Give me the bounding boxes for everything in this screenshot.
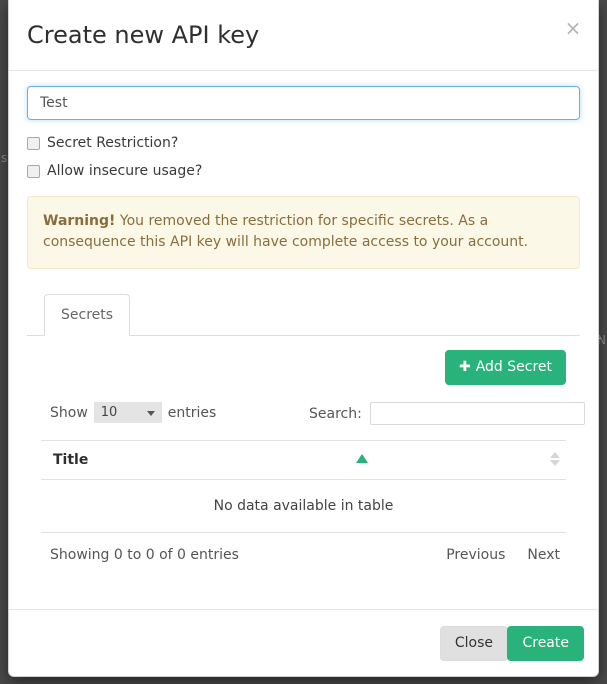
pagination: Previous Next: [446, 547, 560, 563]
datatable-info: Showing 0 to 0 of 0 entries: [50, 547, 239, 563]
pagination-next[interactable]: Next: [527, 547, 560, 563]
pagination-previous[interactable]: Previous: [446, 547, 505, 563]
modal-header: Create new API key ×: [9, 0, 598, 71]
tab-secrets[interactable]: Secrets: [44, 294, 131, 336]
table-header-row: Title: [41, 440, 566, 480]
chevron-down-icon: 10: [93, 402, 162, 423]
entries-per-page-select[interactable]: 10: [93, 402, 162, 423]
backdrop-text-fragment-left: s: [1, 151, 8, 165]
modal-body: Secret Restriction? Allow insecure usage…: [9, 71, 598, 579]
show-label: Show: [50, 404, 88, 421]
tab-bar: Secrets: [27, 294, 580, 336]
empty-table-message: No data available in table: [41, 479, 566, 533]
table-head: Title: [41, 440, 566, 480]
close-icon[interactable]: ×: [561, 16, 585, 40]
modal-footer: Close Create: [9, 609, 598, 676]
sort-ascending-icon: [356, 454, 368, 463]
allow-insecure-usage-label[interactable]: Allow insecure usage?: [47, 164, 202, 178]
datatable-toolbar: ✚ Add Secret: [41, 336, 566, 398]
warning-alert: Warning! You removed the restriction for…: [27, 196, 580, 269]
warning-alert-text: You removed the restriction for specific…: [43, 213, 529, 250]
secrets-table: Title No data available in table: [41, 440, 566, 533]
allow-insecure-usage-row[interactable]: Allow insecure usage?: [27, 164, 580, 178]
add-secret-button[interactable]: ✚ Add Secret: [444, 350, 566, 385]
secret-restriction-checkbox[interactable]: [27, 136, 40, 150]
sort-up-arrow-icon: [550, 452, 560, 458]
add-secret-label: Add Secret: [475, 359, 552, 375]
table-body: No data available in table: [41, 479, 566, 533]
api-key-name-input[interactable]: [27, 86, 580, 120]
secret-restriction-row[interactable]: Secret Restriction?: [27, 136, 580, 150]
allow-insecure-usage-checkbox[interactable]: [27, 164, 40, 178]
sort-both-icon[interactable]: [550, 451, 560, 469]
plus-icon: ✚: [458, 359, 471, 375]
entries-label: entries: [167, 404, 217, 421]
datatable-filter-control: Search:: [309, 402, 585, 425]
datatable-footer: Showing 0 to 0 of 0 entries Previous Nex…: [41, 533, 566, 579]
search-label: Search:: [309, 405, 362, 422]
page-title: Create new API key: [27, 21, 260, 49]
warning-alert-strong: Warning!: [43, 213, 116, 229]
secrets-datatable: ✚ Add Secret Show 10 entries Search: Tit…: [27, 336, 585, 579]
secret-restriction-label[interactable]: Secret Restriction?: [47, 136, 178, 150]
create-api-key-modal: Create new API key × Secret Restriction?…: [8, 0, 599, 677]
search-input[interactable]: [369, 402, 585, 425]
column-header-title[interactable]: Title: [41, 440, 566, 480]
datatable-length-control: Show 10 entries: [50, 402, 216, 423]
close-button[interactable]: Close: [439, 626, 508, 661]
create-button[interactable]: Create: [507, 626, 584, 661]
sort-down-arrow-icon: [550, 460, 560, 466]
datatable-controls: Show 10 entries Search:: [41, 398, 585, 430]
table-empty-row: No data available in table: [41, 479, 566, 533]
column-header-title-label: Title: [53, 452, 89, 468]
